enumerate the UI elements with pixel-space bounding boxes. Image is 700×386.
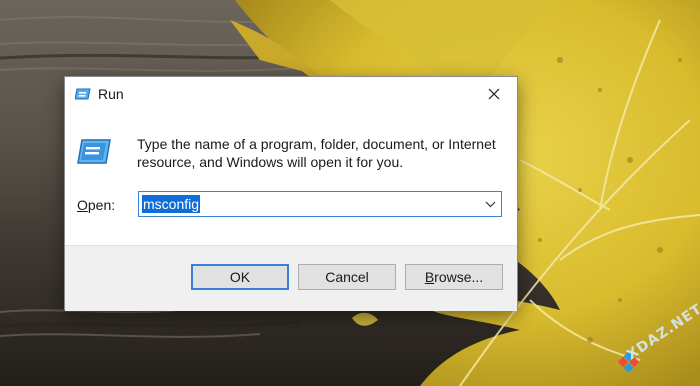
dropdown-button[interactable] bbox=[479, 192, 501, 216]
dialog-description: Type the name of a program, folder, docu… bbox=[137, 136, 496, 170]
title-bar[interactable]: Run bbox=[65, 77, 517, 111]
browse-button[interactable]: Browse... bbox=[405, 264, 503, 290]
open-label-text: pen: bbox=[87, 197, 116, 213]
open-label: Open: bbox=[77, 197, 115, 213]
open-combobox[interactable]: msconfig bbox=[138, 191, 502, 217]
ok-button[interactable]: OK bbox=[191, 264, 289, 290]
close-button[interactable] bbox=[471, 77, 517, 111]
dialog-footer: OK Cancel Browse... bbox=[65, 245, 517, 311]
close-icon bbox=[488, 88, 500, 100]
run-icon bbox=[77, 139, 111, 164]
chevron-down-icon bbox=[485, 201, 495, 207]
run-dialog: Run Type the name of a program, folder, … bbox=[64, 76, 518, 311]
dialog-title: Run bbox=[98, 86, 124, 102]
open-input[interactable]: msconfig bbox=[142, 195, 201, 213]
run-icon bbox=[75, 88, 91, 100]
browse-accelerator: B bbox=[424, 269, 435, 285]
browse-label-text: rowse... bbox=[434, 269, 484, 285]
open-label-accelerator: O bbox=[77, 197, 88, 213]
cancel-button[interactable]: Cancel bbox=[298, 264, 396, 290]
